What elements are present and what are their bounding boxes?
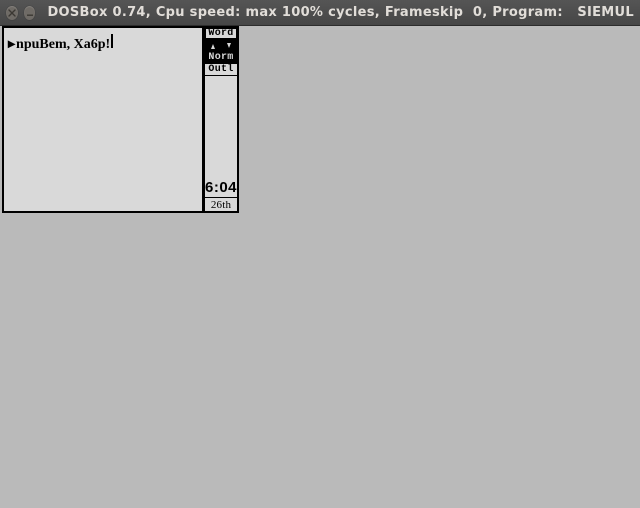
close-icon[interactable] xyxy=(6,6,18,20)
window-title: DOSBox 0.74, Cpu speed: max 100% cycles,… xyxy=(47,5,634,20)
mode-indicator[interactable]: Word xyxy=(205,28,237,40)
text-cursor xyxy=(111,34,113,48)
workspace-background: ▸ npuBem, Xa6p! Word Norm Outl 6:04 26th xyxy=(0,26,640,508)
outline-indicator[interactable]: Outl xyxy=(205,64,237,76)
date-display: 26th xyxy=(205,197,237,211)
status-column: Word Norm Outl 6:04 26th xyxy=(204,27,238,212)
clock-display: 6:04 xyxy=(205,177,237,197)
window-titlebar: DOSBox 0.74, Cpu speed: max 100% cycles,… xyxy=(0,0,640,26)
scroll-arrows-icon[interactable] xyxy=(205,40,237,52)
emulator-display: ▸ npuBem, Xa6p! Word Norm Outl 6:04 26th xyxy=(2,26,239,213)
editor-text: npuBem, Xa6p! xyxy=(16,38,110,53)
text-editor-area[interactable]: ▸ npuBem, Xa6p! xyxy=(3,27,203,212)
prompt-symbol: ▸ xyxy=(8,38,15,53)
style-indicator[interactable]: Norm xyxy=(205,52,237,64)
status-spacer xyxy=(205,76,237,177)
minimize-icon[interactable] xyxy=(24,6,36,20)
